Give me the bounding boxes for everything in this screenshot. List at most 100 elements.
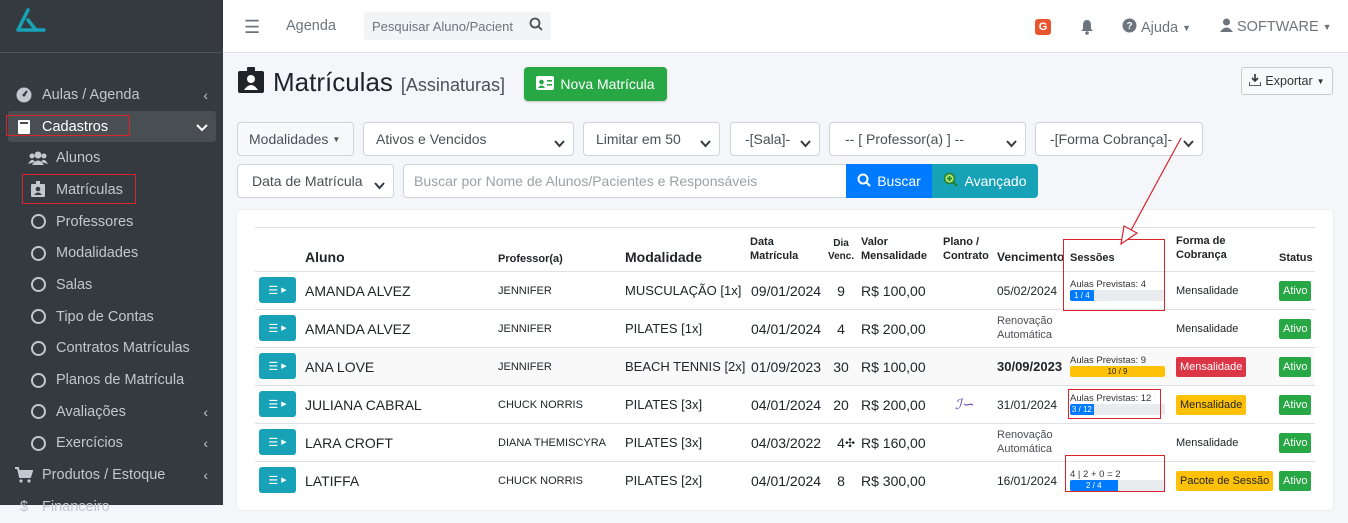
cell-dia-venc: 8 [837, 472, 845, 489]
annotation-arrow [1120, 137, 1182, 246]
cell-aluno[interactable]: LATIFFA [305, 462, 359, 499]
users-icon [28, 151, 48, 166]
list-icon: ☰ [268, 360, 279, 373]
sidebar-item-modalidades[interactable]: Modalidades [8, 237, 216, 269]
agenda-link[interactable]: Agenda [286, 18, 336, 34]
header-line: Matrícula [750, 250, 799, 263]
user-menu[interactable]: SOFTWARE ▼ [1220, 18, 1332, 36]
row-actions-button[interactable]: ☰ ▶ [259, 277, 296, 303]
sessoes-label: Aulas Previstas: 9 [1070, 354, 1147, 366]
circle-icon [28, 404, 48, 420]
sessoes-progress: 10 / 9 [1070, 366, 1165, 378]
cell-professor: DIANA THEMISCYRA [498, 436, 606, 449]
nova-matricula-button[interactable]: Nova Matrícula [524, 67, 667, 101]
menu-icon[interactable]: ☰ [244, 17, 260, 38]
student-search-input[interactable]: Buscar por Nome de Alunos/Pacientes e Re… [403, 164, 846, 198]
chevron-left-icon: ‹ [203, 435, 208, 452]
col-header-data-matricula[interactable]: Data Matrícula [750, 235, 798, 264]
header-line: Contrato [943, 250, 989, 263]
cell-status: Ativo [1279, 424, 1312, 461]
sidebar-item-financeiro[interactable]: $ Financeiro [8, 491, 216, 523]
col-header-valor-mensalidade[interactable]: Valor Mensalidade [861, 235, 927, 264]
row-actions-button[interactable]: ☰ ▶ [259, 353, 296, 379]
status-select[interactable]: Ativos e Vencidos [363, 122, 574, 156]
header-line: Valor [861, 236, 888, 248]
col-header-dia-venc[interactable]: Dia Venc. [828, 237, 854, 263]
status-badge[interactable]: Ativo [1279, 432, 1312, 453]
sidebar-item-salas[interactable]: Salas [8, 269, 216, 301]
logo[interactable] [14, 8, 48, 38]
signature-icon[interactable]: ℐ∽ [955, 386, 973, 423]
bell-icon[interactable] [1080, 19, 1094, 40]
cell-aluno[interactable]: AMANDA ALVEZ [305, 272, 411, 309]
row-actions-button[interactable]: ☰ ▶ [259, 391, 296, 417]
chevron-down-icon [196, 119, 208, 135]
sidebar-item-planos-de-matricula[interactable]: Planos de Matrícula [8, 364, 216, 396]
g-extension-icon[interactable]: G [1035, 19, 1051, 35]
cell-data-matricula: 04/03/2022 [751, 434, 822, 451]
list-icon: ☰ [268, 284, 279, 297]
svg-text:?: ? [1126, 21, 1132, 32]
sidebar-item-avaliacoes[interactable]: Avaliações ‹ [8, 396, 216, 428]
cell-data-matricula: 04/01/2024 [751, 396, 822, 413]
sidebar-item-label: Modalidades [56, 245, 139, 262]
cell-aluno[interactable]: JULIANA CABRAL [305, 386, 422, 423]
table-row[interactable]: ☰ ▶ ANA LOVE JENNIFER BEACH TENNIS [2x] 01/09… [255, 347, 1315, 385]
row-actions-button[interactable]: ☰ ▶ [259, 429, 296, 455]
table-row[interactable]: ☰ ▶ AMANDA ALVEZ JENNIFER PILATES [1x] 04/01/… [255, 309, 1315, 347]
row-actions-button[interactable]: ☰ ▶ [259, 467, 296, 493]
cell-status: Ativo [1279, 386, 1312, 423]
sidebar-item-label: Financeiro [42, 498, 110, 515]
annotation-box-cadastros [6, 115, 130, 136]
sidebar-item-professores[interactable]: Professores [8, 206, 216, 238]
caret-down-icon: ▼ [1316, 76, 1325, 86]
search-icon[interactable] [529, 17, 543, 36]
cell-data-matricula: 09/01/2024 [751, 282, 822, 299]
status-badge[interactable]: Ativo [1279, 318, 1312, 339]
col-header-status[interactable]: Status [1279, 251, 1313, 265]
cell-aluno[interactable]: ANA LOVE [305, 348, 374, 385]
cell-modalidade: PILATES [1x] [625, 321, 703, 336]
caret-right-icon: ▶ [281, 287, 287, 294]
sala-select[interactable]: -[Sala]- [730, 122, 820, 156]
header-line: Cobrança [1176, 249, 1227, 262]
search-input[interactable] [364, 12, 524, 40]
sidebar-item-tipo-de-contas[interactable]: Tipo de Contas [8, 301, 216, 333]
date-field-select[interactable]: Data de Matrícula [237, 164, 394, 198]
sidebar-item-exercicios[interactable]: Exercícios ‹ [8, 428, 216, 460]
sidebar-item-contratos-matriculas[interactable]: Contratos Matrículas [8, 333, 216, 365]
limit-select-value: Limitar em 50 [596, 131, 681, 147]
puzzle-icon: ✣ [845, 435, 856, 450]
avancado-button[interactable]: Avançado [932, 164, 1038, 198]
limit-select[interactable]: Limitar em 50 [583, 122, 720, 156]
status-badge[interactable]: Ativo [1279, 470, 1312, 491]
sidebar-item-aulas-agenda[interactable]: Aulas / Agenda ‹ [8, 79, 216, 111]
status-badge[interactable]: Ativo [1279, 394, 1312, 415]
forma-cobranca-badge[interactable]: Mensalidade [1176, 356, 1247, 377]
ajuda-menu[interactable]: ? Ajuda ▼ [1122, 18, 1191, 37]
cell-aluno[interactable]: LARA CROFT [305, 424, 393, 461]
forma-cobranca-badge[interactable]: Mensalidade [1176, 394, 1247, 415]
col-header-aluno[interactable]: Aluno [305, 248, 345, 266]
status-badge[interactable]: Ativo [1279, 356, 1312, 377]
cell-aluno[interactable]: AMANDA ALVEZ [305, 310, 411, 347]
sidebar-item-produtos-estoque[interactable]: Produtos / Estoque ‹ [8, 459, 216, 491]
circle-icon [28, 214, 48, 230]
vencimento-line: Automática [997, 328, 1053, 341]
chevron-down-icon [374, 177, 385, 193]
professor-select[interactable]: -- [ Professor(a) ] -- [829, 122, 1026, 156]
col-header-plano-contrato[interactable]: Plano / Contrato [943, 235, 989, 264]
col-header-modalidade[interactable]: Modalidade [625, 248, 702, 266]
row-actions-button[interactable]: ☰ ▶ [259, 315, 296, 341]
sidebar-item-alunos[interactable]: Alunos [8, 142, 216, 174]
exportar-button[interactable]: Exportar ▼ [1241, 67, 1333, 95]
col-header-vencimento[interactable]: Vencimento [997, 250, 1064, 266]
exportar-label: Exportar [1265, 74, 1313, 88]
user-label: SOFTWARE [1237, 19, 1319, 35]
modalidades-dropdown[interactable]: Modalidades ▼ [237, 122, 354, 156]
buscar-button[interactable]: Buscar [846, 164, 932, 198]
forma-cobranca-badge[interactable]: Pacote de Sessão [1176, 470, 1274, 491]
sidebar-divider [0, 52, 223, 53]
status-badge[interactable]: Ativo [1279, 280, 1312, 301]
col-header-professor[interactable]: Professor(a) [498, 252, 563, 266]
